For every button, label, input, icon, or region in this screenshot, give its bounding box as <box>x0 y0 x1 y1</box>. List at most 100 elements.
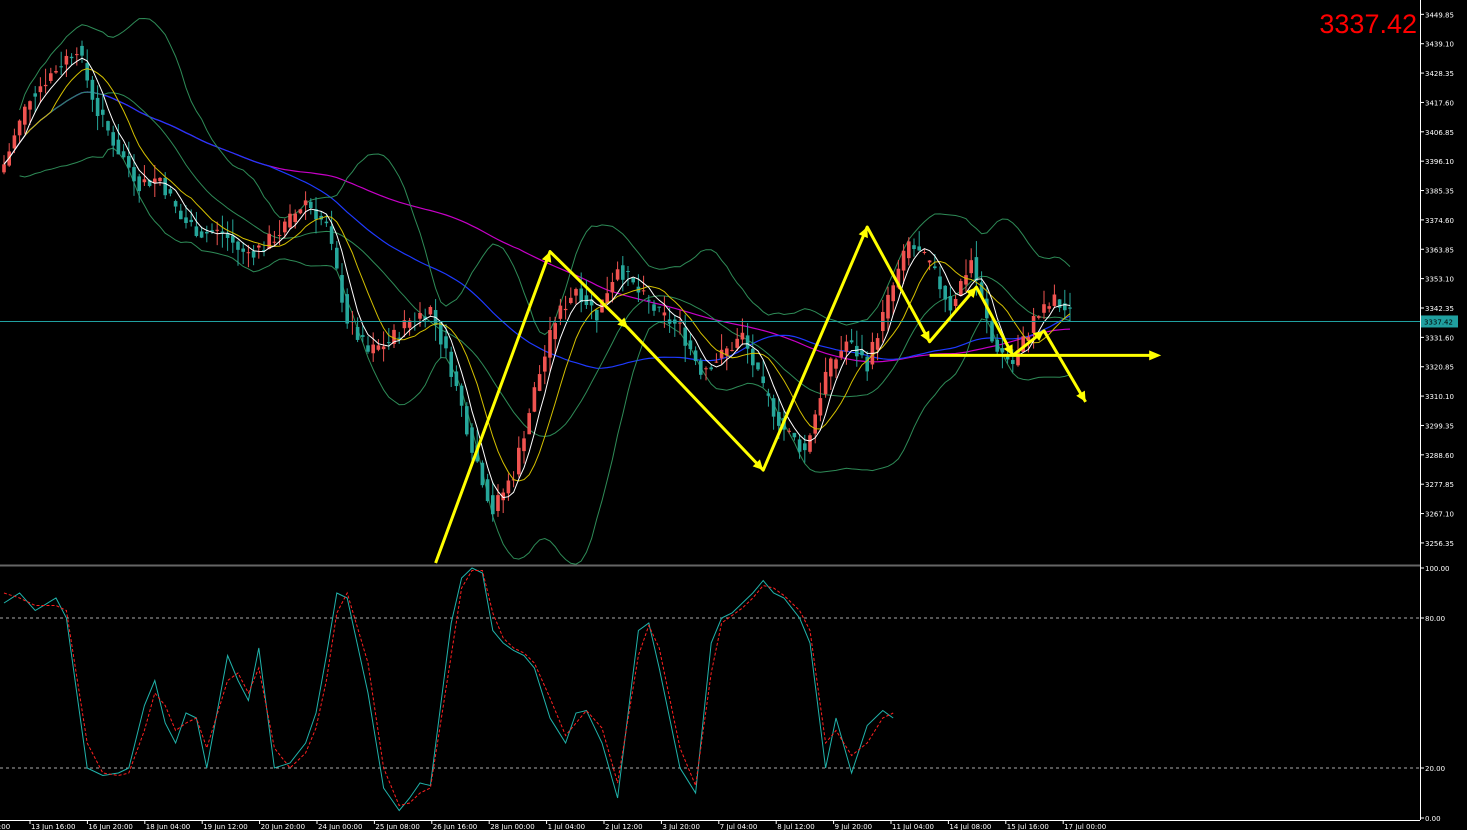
candle-body <box>907 241 911 259</box>
candle-body <box>329 226 334 244</box>
candle-body <box>803 443 807 451</box>
candle-body <box>995 339 999 352</box>
time-tick-label: 18 Jun 04:00 <box>146 823 190 830</box>
candle-body <box>28 101 32 110</box>
candle-body <box>12 135 17 149</box>
candle-body <box>345 294 349 324</box>
candle-body <box>745 335 750 349</box>
price-tick-label: 3374.60 <box>1425 217 1454 225</box>
current-price-label: 3337.42 <box>1319 9 1417 39</box>
support-arrow-head <box>1149 350 1162 361</box>
candle-body <box>1037 316 1041 318</box>
candle-body <box>69 56 74 59</box>
candle-body <box>818 398 823 416</box>
candle-body <box>246 252 251 254</box>
time-tick-label: 15 Jul 16:00 <box>1007 823 1049 830</box>
candle-body <box>43 84 48 87</box>
candle-body <box>506 480 511 494</box>
candle-body <box>912 245 916 250</box>
candle-body <box>137 176 141 192</box>
time-tick-label: 7 Jul 04:00 <box>720 823 758 830</box>
candle-body <box>485 479 490 502</box>
candle-body <box>257 245 261 248</box>
candle-body <box>699 360 703 375</box>
price-tick-label: 3353.10 <box>1425 276 1454 284</box>
ma-yellow-line <box>3 68 1071 482</box>
time-tick-label: 24 Jun 00:00 <box>318 823 362 830</box>
price-tick-label: 3320.85 <box>1425 364 1454 372</box>
time-tick-label: 14 Jul 08:00 <box>949 823 991 830</box>
price-tick-label: 3363.85 <box>1425 246 1454 254</box>
candle-body <box>959 281 963 296</box>
candle-body <box>641 290 646 292</box>
stochastic-tick-label: 0.00 <box>1425 815 1441 823</box>
candle-body <box>1031 316 1036 333</box>
candle-body <box>849 340 854 343</box>
candle-body <box>361 335 365 337</box>
candle-body <box>563 308 568 311</box>
candle-body <box>116 139 121 155</box>
candle-body <box>532 387 537 412</box>
candle-body <box>1052 294 1057 306</box>
candle-body <box>943 285 947 300</box>
candle-body <box>168 189 173 194</box>
candle-body <box>85 63 89 81</box>
price-tick-label: 3449.85 <box>1425 11 1454 19</box>
candle-body <box>751 348 755 366</box>
candle-body <box>355 326 360 340</box>
candle-body <box>241 248 245 252</box>
candle-body <box>693 350 698 362</box>
candle-body <box>199 231 204 238</box>
candle-body <box>267 233 271 249</box>
candle-body <box>662 312 667 316</box>
candle-body <box>574 289 578 296</box>
price-tick-label: 3256.35 <box>1425 540 1454 548</box>
candle-body <box>891 285 895 302</box>
candle-body <box>823 371 828 395</box>
candle-body <box>610 282 615 293</box>
candle-body <box>59 66 63 68</box>
candle-body <box>293 213 297 223</box>
candle-body <box>444 336 448 349</box>
candle-body <box>829 358 833 377</box>
candle-body <box>569 297 573 303</box>
candle-body <box>205 231 209 234</box>
candle-body <box>2 164 6 173</box>
time-tick-label: 9 Jul 20:00 <box>835 823 873 830</box>
candle-body <box>953 298 958 306</box>
candle-body <box>543 356 547 372</box>
price-axis: 3449.85 3439.10 3428.35 3417.60 3406.85 3396.… <box>1420 0 1458 823</box>
candle-body <box>397 337 401 339</box>
current-price-tag-text: 3337.42 <box>1424 318 1453 326</box>
candle-body <box>527 413 531 435</box>
candle-body <box>652 304 656 311</box>
candle-body <box>615 269 620 280</box>
candle-body <box>127 156 131 168</box>
price-tick-label: 3288.60 <box>1425 452 1454 460</box>
candle-body <box>340 275 344 303</box>
price-tick-label: 3396.10 <box>1425 158 1454 166</box>
candle-body <box>459 385 464 406</box>
candle-body <box>184 217 188 224</box>
candle-body <box>142 179 147 183</box>
stochastic-tick-label: 80.00 <box>1425 615 1445 623</box>
candle-body <box>792 432 797 438</box>
price-tick-label: 3342.35 <box>1425 305 1454 313</box>
time-tick-label: 25 Jun 08:00 <box>375 823 419 830</box>
stochastic-tick-label: 20.00 <box>1425 765 1445 773</box>
candle-body <box>740 332 745 340</box>
candle-body <box>90 79 95 100</box>
candle-body <box>964 275 968 285</box>
candle-body <box>366 345 370 352</box>
candle-body <box>418 312 422 319</box>
candle-body <box>387 342 391 344</box>
candle-body <box>719 349 724 359</box>
candle-body <box>428 306 433 315</box>
candle-body <box>1011 360 1015 364</box>
candle-body <box>709 367 713 370</box>
time-tick-label: 08:00 <box>0 823 10 830</box>
candle-body <box>844 341 849 352</box>
candle-body <box>714 361 719 363</box>
zigzag-wave-line <box>434 225 1015 564</box>
price-tick-label: 3277.85 <box>1425 481 1454 489</box>
